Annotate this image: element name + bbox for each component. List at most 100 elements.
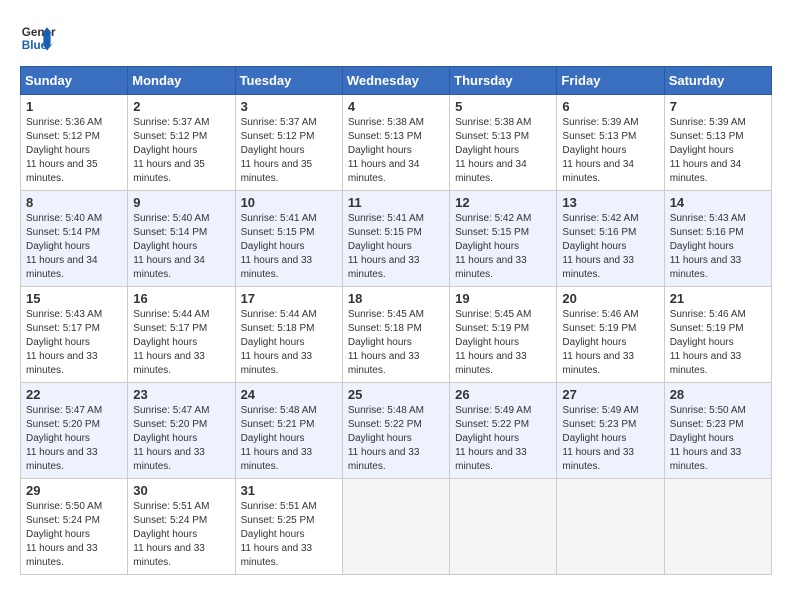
day-number: 8 xyxy=(26,195,122,210)
day-cell: 22 Sunrise: 5:47 AMSunset: 5:20 PMDayligh… xyxy=(21,383,128,479)
column-header-tuesday: Tuesday xyxy=(235,67,342,95)
day-info: Sunrise: 5:48 AMSunset: 5:21 PMDaylight … xyxy=(241,404,337,474)
day-cell: 18 Sunrise: 5:45 AMSunset: 5:18 PMDayligh… xyxy=(342,287,449,383)
week-row-2: 8 Sunrise: 5:40 AMSunset: 5:14 PMDaylight… xyxy=(21,191,772,287)
column-header-friday: Friday xyxy=(557,67,664,95)
day-cell: 8 Sunrise: 5:40 AMSunset: 5:14 PMDaylight… xyxy=(21,191,128,287)
day-number: 28 xyxy=(670,387,766,402)
column-header-thursday: Thursday xyxy=(450,67,557,95)
day-number: 9 xyxy=(133,195,229,210)
column-header-monday: Monday xyxy=(128,67,235,95)
day-info: Sunrise: 5:51 AMSunset: 5:24 PMDaylight … xyxy=(133,500,229,570)
day-number: 5 xyxy=(455,99,551,114)
day-cell: 4 Sunrise: 5:38 AMSunset: 5:13 PMDaylight… xyxy=(342,95,449,191)
day-cell: 30 Sunrise: 5:51 AMSunset: 5:24 PMDayligh… xyxy=(128,479,235,575)
day-number: 4 xyxy=(348,99,444,114)
day-cell: 19Sunrise: 5:45 AMSunset: 5:19 PMDayligh… xyxy=(450,287,557,383)
day-info: Sunrise: 5:50 AMSunset: 5:24 PMDaylight … xyxy=(26,500,122,570)
day-info: Sunrise: 5:42 AMSunset: 5:15 PMDaylight … xyxy=(455,212,551,282)
day-info: Sunrise: 5:50 AMSunset: 5:23 PMDaylight … xyxy=(670,404,766,474)
day-info: Sunrise: 5:39 AMSunset: 5:13 PMDaylight … xyxy=(670,116,766,186)
day-cell xyxy=(557,479,664,575)
day-info: Sunrise: 5:41 AMSunset: 5:15 PMDaylight … xyxy=(348,212,444,282)
day-number: 30 xyxy=(133,483,229,498)
day-cell: 7 Sunrise: 5:39 AMSunset: 5:13 PMDaylight… xyxy=(664,95,771,191)
day-number: 23 xyxy=(133,387,229,402)
day-number: 12 xyxy=(455,195,551,210)
day-cell: 29 Sunrise: 5:50 AMSunset: 5:24 PMDayligh… xyxy=(21,479,128,575)
day-cell: 11 Sunrise: 5:41 AMSunset: 5:15 PMDayligh… xyxy=(342,191,449,287)
day-cell: 26Sunrise: 5:49 AMSunset: 5:22 PMDayligh… xyxy=(450,383,557,479)
day-cell: 14 Sunrise: 5:43 AMSunset: 5:16 PMDayligh… xyxy=(664,191,771,287)
day-number: 2 xyxy=(133,99,229,114)
day-info: Sunrise: 5:37 AMSunset: 5:12 PMDaylight … xyxy=(133,116,229,186)
day-info: Sunrise: 5:42 AMSunset: 5:16 PMDaylight … xyxy=(562,212,658,282)
day-info: Sunrise: 5:48 AMSunset: 5:22 PMDaylight … xyxy=(348,404,444,474)
day-cell: 28 Sunrise: 5:50 AMSunset: 5:23 PMDayligh… xyxy=(664,383,771,479)
day-cell xyxy=(450,479,557,575)
day-cell: 6 Sunrise: 5:39 AMSunset: 5:13 PMDaylight… xyxy=(557,95,664,191)
day-info: Sunrise: 5:49 AMSunset: 5:23 PMDaylight … xyxy=(562,404,658,474)
day-info: Sunrise: 5:44 AMSunset: 5:17 PMDaylight … xyxy=(133,308,229,378)
day-cell: 5 Sunrise: 5:38 AMSunset: 5:13 PMDaylight… xyxy=(450,95,557,191)
day-number: 14 xyxy=(670,195,766,210)
week-row-1: 1 Sunrise: 5:36 AMSunset: 5:12 PMDaylight… xyxy=(21,95,772,191)
page-header: General Blue xyxy=(20,20,772,56)
day-number: 16 xyxy=(133,291,229,306)
day-info: Sunrise: 5:47 AMSunset: 5:20 PMDaylight … xyxy=(26,404,122,474)
day-info: Sunrise: 5:47 AMSunset: 5:20 PMDaylight … xyxy=(133,404,229,474)
day-cell xyxy=(664,479,771,575)
day-info: Sunrise: 5:39 AMSunset: 5:13 PMDaylight … xyxy=(562,116,658,186)
day-info: Sunrise: 5:37 AMSunset: 5:12 PMDaylight … xyxy=(241,116,337,186)
day-number: 29 xyxy=(26,483,122,498)
logo-icon: General Blue xyxy=(20,20,56,56)
day-number: 10 xyxy=(241,195,337,210)
day-info: Sunrise: 5:51 AMSunset: 5:25 PMDaylight … xyxy=(241,500,337,570)
day-number: 24 xyxy=(241,387,337,402)
day-number: 17 xyxy=(241,291,337,306)
day-number: 18 xyxy=(348,291,444,306)
column-header-sunday: Sunday xyxy=(21,67,128,95)
day-info: Sunrise: 5:40 AMSunset: 5:14 PMDaylight … xyxy=(133,212,229,282)
day-info: Sunrise: 5:46 AMSunset: 5:19 PMDaylight … xyxy=(670,308,766,378)
day-number: 27 xyxy=(562,387,658,402)
day-info: Sunrise: 5:43 AMSunset: 5:17 PMDaylight … xyxy=(26,308,122,378)
header-row: SundayMondayTuesdayWednesdayThursdayFrid… xyxy=(21,67,772,95)
day-number: 11 xyxy=(348,195,444,210)
day-cell: 1 Sunrise: 5:36 AMSunset: 5:12 PMDaylight… xyxy=(21,95,128,191)
day-number: 6 xyxy=(562,99,658,114)
day-number: 1 xyxy=(26,99,122,114)
day-cell: 25Sunrise: 5:48 AMSunset: 5:22 PMDayligh… xyxy=(342,383,449,479)
day-number: 7 xyxy=(670,99,766,114)
day-info: Sunrise: 5:38 AMSunset: 5:13 PMDaylight … xyxy=(348,116,444,186)
day-info: Sunrise: 5:38 AMSunset: 5:13 PMDaylight … xyxy=(455,116,551,186)
day-number: 21 xyxy=(670,291,766,306)
day-cell: 3Sunrise: 5:37 AMSunset: 5:12 PMDaylight… xyxy=(235,95,342,191)
day-info: Sunrise: 5:45 AMSunset: 5:18 PMDaylight … xyxy=(348,308,444,378)
day-info: Sunrise: 5:43 AMSunset: 5:16 PMDaylight … xyxy=(670,212,766,282)
day-info: Sunrise: 5:49 AMSunset: 5:22 PMDaylight … xyxy=(455,404,551,474)
day-cell: 24 Sunrise: 5:48 AMSunset: 5:21 PMDayligh… xyxy=(235,383,342,479)
day-cell: 15Sunrise: 5:43 AMSunset: 5:17 PMDayligh… xyxy=(21,287,128,383)
day-cell: 13Sunrise: 5:42 AMSunset: 5:16 PMDayligh… xyxy=(557,191,664,287)
day-number: 20 xyxy=(562,291,658,306)
column-header-wednesday: Wednesday xyxy=(342,67,449,95)
calendar-table: SundayMondayTuesdayWednesdayThursdayFrid… xyxy=(20,66,772,575)
day-info: Sunrise: 5:41 AMSunset: 5:15 PMDaylight … xyxy=(241,212,337,282)
day-number: 31 xyxy=(241,483,337,498)
day-cell: 16 Sunrise: 5:44 AMSunset: 5:17 PMDayligh… xyxy=(128,287,235,383)
day-info: Sunrise: 5:45 AMSunset: 5:19 PMDaylight … xyxy=(455,308,551,378)
week-row-5: 29 Sunrise: 5:50 AMSunset: 5:24 PMDayligh… xyxy=(21,479,772,575)
day-cell: 31 Sunrise: 5:51 AMSunset: 5:25 PMDayligh… xyxy=(235,479,342,575)
day-cell: 27 Sunrise: 5:49 AMSunset: 5:23 PMDayligh… xyxy=(557,383,664,479)
day-info: Sunrise: 5:46 AMSunset: 5:19 PMDaylight … xyxy=(562,308,658,378)
day-number: 22 xyxy=(26,387,122,402)
day-info: Sunrise: 5:36 AMSunset: 5:12 PMDaylight … xyxy=(26,116,122,186)
day-info: Sunrise: 5:44 AMSunset: 5:18 PMDaylight … xyxy=(241,308,337,378)
day-cell: 12 Sunrise: 5:42 AMSunset: 5:15 PMDayligh… xyxy=(450,191,557,287)
week-row-4: 22 Sunrise: 5:47 AMSunset: 5:20 PMDayligh… xyxy=(21,383,772,479)
day-cell: 10 Sunrise: 5:41 AMSunset: 5:15 PMDayligh… xyxy=(235,191,342,287)
logo: General Blue xyxy=(20,20,56,56)
day-cell: 17 Sunrise: 5:44 AMSunset: 5:18 PMDayligh… xyxy=(235,287,342,383)
day-info: Sunrise: 5:40 AMSunset: 5:14 PMDaylight … xyxy=(26,212,122,282)
